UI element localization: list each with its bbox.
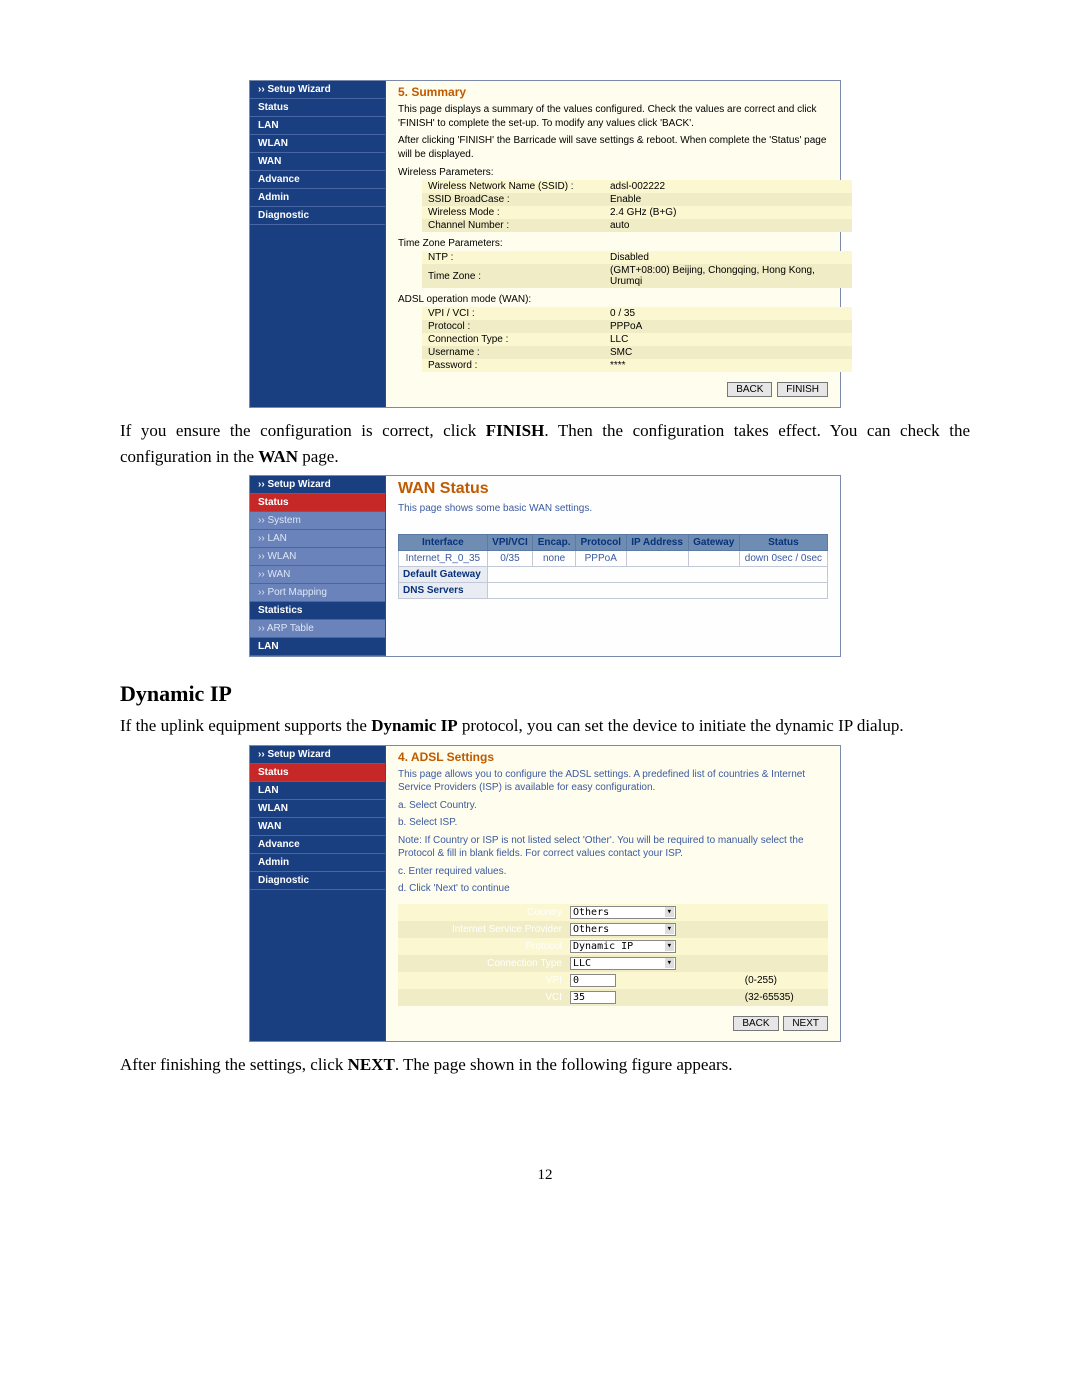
screenshot-summary: ›› Setup Wizard Status LAN WLAN WAN Adva… (249, 80, 841, 408)
sidebar-subitem[interactable]: ›› System (250, 512, 385, 530)
sidebar-subitem[interactable]: ›› WLAN (250, 548, 385, 566)
sidebar-item[interactable]: Admin (250, 854, 385, 872)
isp-select[interactable]: Others (570, 923, 676, 936)
vpi-input[interactable]: 0 (570, 974, 616, 987)
section-heading: ADSL operation mode (WAN): (398, 294, 828, 305)
finish-button[interactable]: FINISH (777, 382, 828, 397)
sidebar-item[interactable]: LAN (250, 638, 385, 656)
screenshot-wan-status: ›› Setup Wizard Status ›› System ›› LAN … (249, 475, 841, 657)
section-heading: Time Zone Parameters: (398, 238, 828, 249)
step-text: Note: If Country or ISP is not listed se… (398, 834, 828, 861)
summary-content: 5. Summary This page displays a summary … (386, 81, 840, 407)
sidebar: ›› Setup Wizard Status LAN WLAN WAN Adva… (250, 746, 386, 1041)
adsl-form: Country Others Internet Service Provider… (398, 904, 828, 1006)
page-title: 4. ADSL Settings (398, 750, 828, 764)
sidebar: ›› Setup Wizard Status LAN WLAN WAN Adva… (250, 81, 386, 407)
sidebar-item[interactable]: Status (250, 99, 385, 117)
sidebar-item-status[interactable]: Status (250, 494, 385, 512)
sidebar-item[interactable]: WLAN (250, 135, 385, 153)
page-title: 5. Summary (398, 85, 828, 99)
sidebar-subitem[interactable]: ›› WAN (250, 566, 385, 584)
sidebar-item[interactable]: ›› Setup Wizard (250, 746, 385, 764)
body-text: After finishing the settings, click NEXT… (120, 1052, 970, 1078)
sidebar-item[interactable]: Admin (250, 189, 385, 207)
country-select[interactable]: Others (570, 906, 676, 919)
step-text: b. Select ISP. (398, 816, 828, 830)
page-number: 12 (120, 1167, 970, 1184)
screenshot-adsl-settings: ›› Setup Wizard Status LAN WLAN WAN Adva… (249, 745, 841, 1042)
sidebar-item[interactable]: LAN (250, 117, 385, 135)
back-button[interactable]: BACK (727, 382, 772, 397)
summary-text: After clicking 'FINISH' the Barricade wi… (398, 134, 828, 161)
body-text: This page allows you to configure the AD… (398, 768, 828, 795)
heading-dynamic-ip: Dynamic IP (120, 681, 970, 707)
wan-status-table: Interface VPI/VCI Encap. Protocol IP Add… (398, 534, 828, 599)
connection-type-select[interactable]: LLC (570, 957, 676, 970)
sidebar-item[interactable]: WLAN (250, 800, 385, 818)
sidebar-item[interactable]: Diagnostic (250, 207, 385, 225)
body-text: If you ensure the configuration is corre… (120, 418, 970, 469)
step-text: a. Select Country. (398, 799, 828, 813)
sidebar-item[interactable]: Diagnostic (250, 872, 385, 890)
body-text: If the uplink equipment supports the Dyn… (120, 713, 970, 739)
sidebar-item[interactable]: WAN (250, 153, 385, 171)
wan-content: WAN Status This page shows some basic WA… (386, 476, 840, 656)
sidebar-item[interactable]: Status (250, 764, 385, 782)
sidebar-item[interactable]: Statistics (250, 602, 385, 620)
timezone-params-table: NTP :Disabled Time Zone :(GMT+08:00) Bei… (422, 251, 852, 288)
next-button[interactable]: NEXT (783, 1016, 828, 1031)
table-row: Internet_R_0_35 0/35 none PPPoA down 0se… (399, 550, 828, 566)
sidebar-item[interactable]: LAN (250, 782, 385, 800)
step-text: d. Click 'Next' to continue (398, 882, 828, 896)
vci-input[interactable]: 35 (570, 991, 616, 1004)
protocol-select[interactable]: Dynamic IP (570, 940, 676, 953)
sidebar: ›› Setup Wizard Status ›› System ›› LAN … (250, 476, 386, 656)
step-text: c. Enter required values. (398, 865, 828, 879)
adsl-content: 4. ADSL Settings This page allows you to… (386, 746, 840, 1041)
sidebar-subitem[interactable]: ›› Port Mapping (250, 584, 385, 602)
summary-text: This page displays a summary of the valu… (398, 103, 828, 130)
wireless-params-table: Wireless Network Name (SSID) :adsl-00222… (422, 180, 852, 232)
sidebar-item[interactable]: ›› Setup Wizard (250, 81, 385, 99)
page-title: WAN Status (398, 480, 828, 498)
sidebar-item[interactable]: Advance (250, 836, 385, 854)
sidebar-item[interactable]: ›› Setup Wizard (250, 476, 385, 494)
sidebar-item[interactable]: Advance (250, 171, 385, 189)
adsl-params-table: VPI / VCI :0 / 35 Protocol :PPPoA Connec… (422, 307, 852, 372)
page-subtitle: This page shows some basic WAN settings. (398, 502, 828, 516)
sidebar-item[interactable]: WAN (250, 818, 385, 836)
sidebar-subitem[interactable]: ›› ARP Table (250, 620, 385, 638)
sidebar-subitem[interactable]: ›› LAN (250, 530, 385, 548)
section-heading: Wireless Parameters: (398, 167, 828, 178)
back-button[interactable]: BACK (733, 1016, 778, 1031)
